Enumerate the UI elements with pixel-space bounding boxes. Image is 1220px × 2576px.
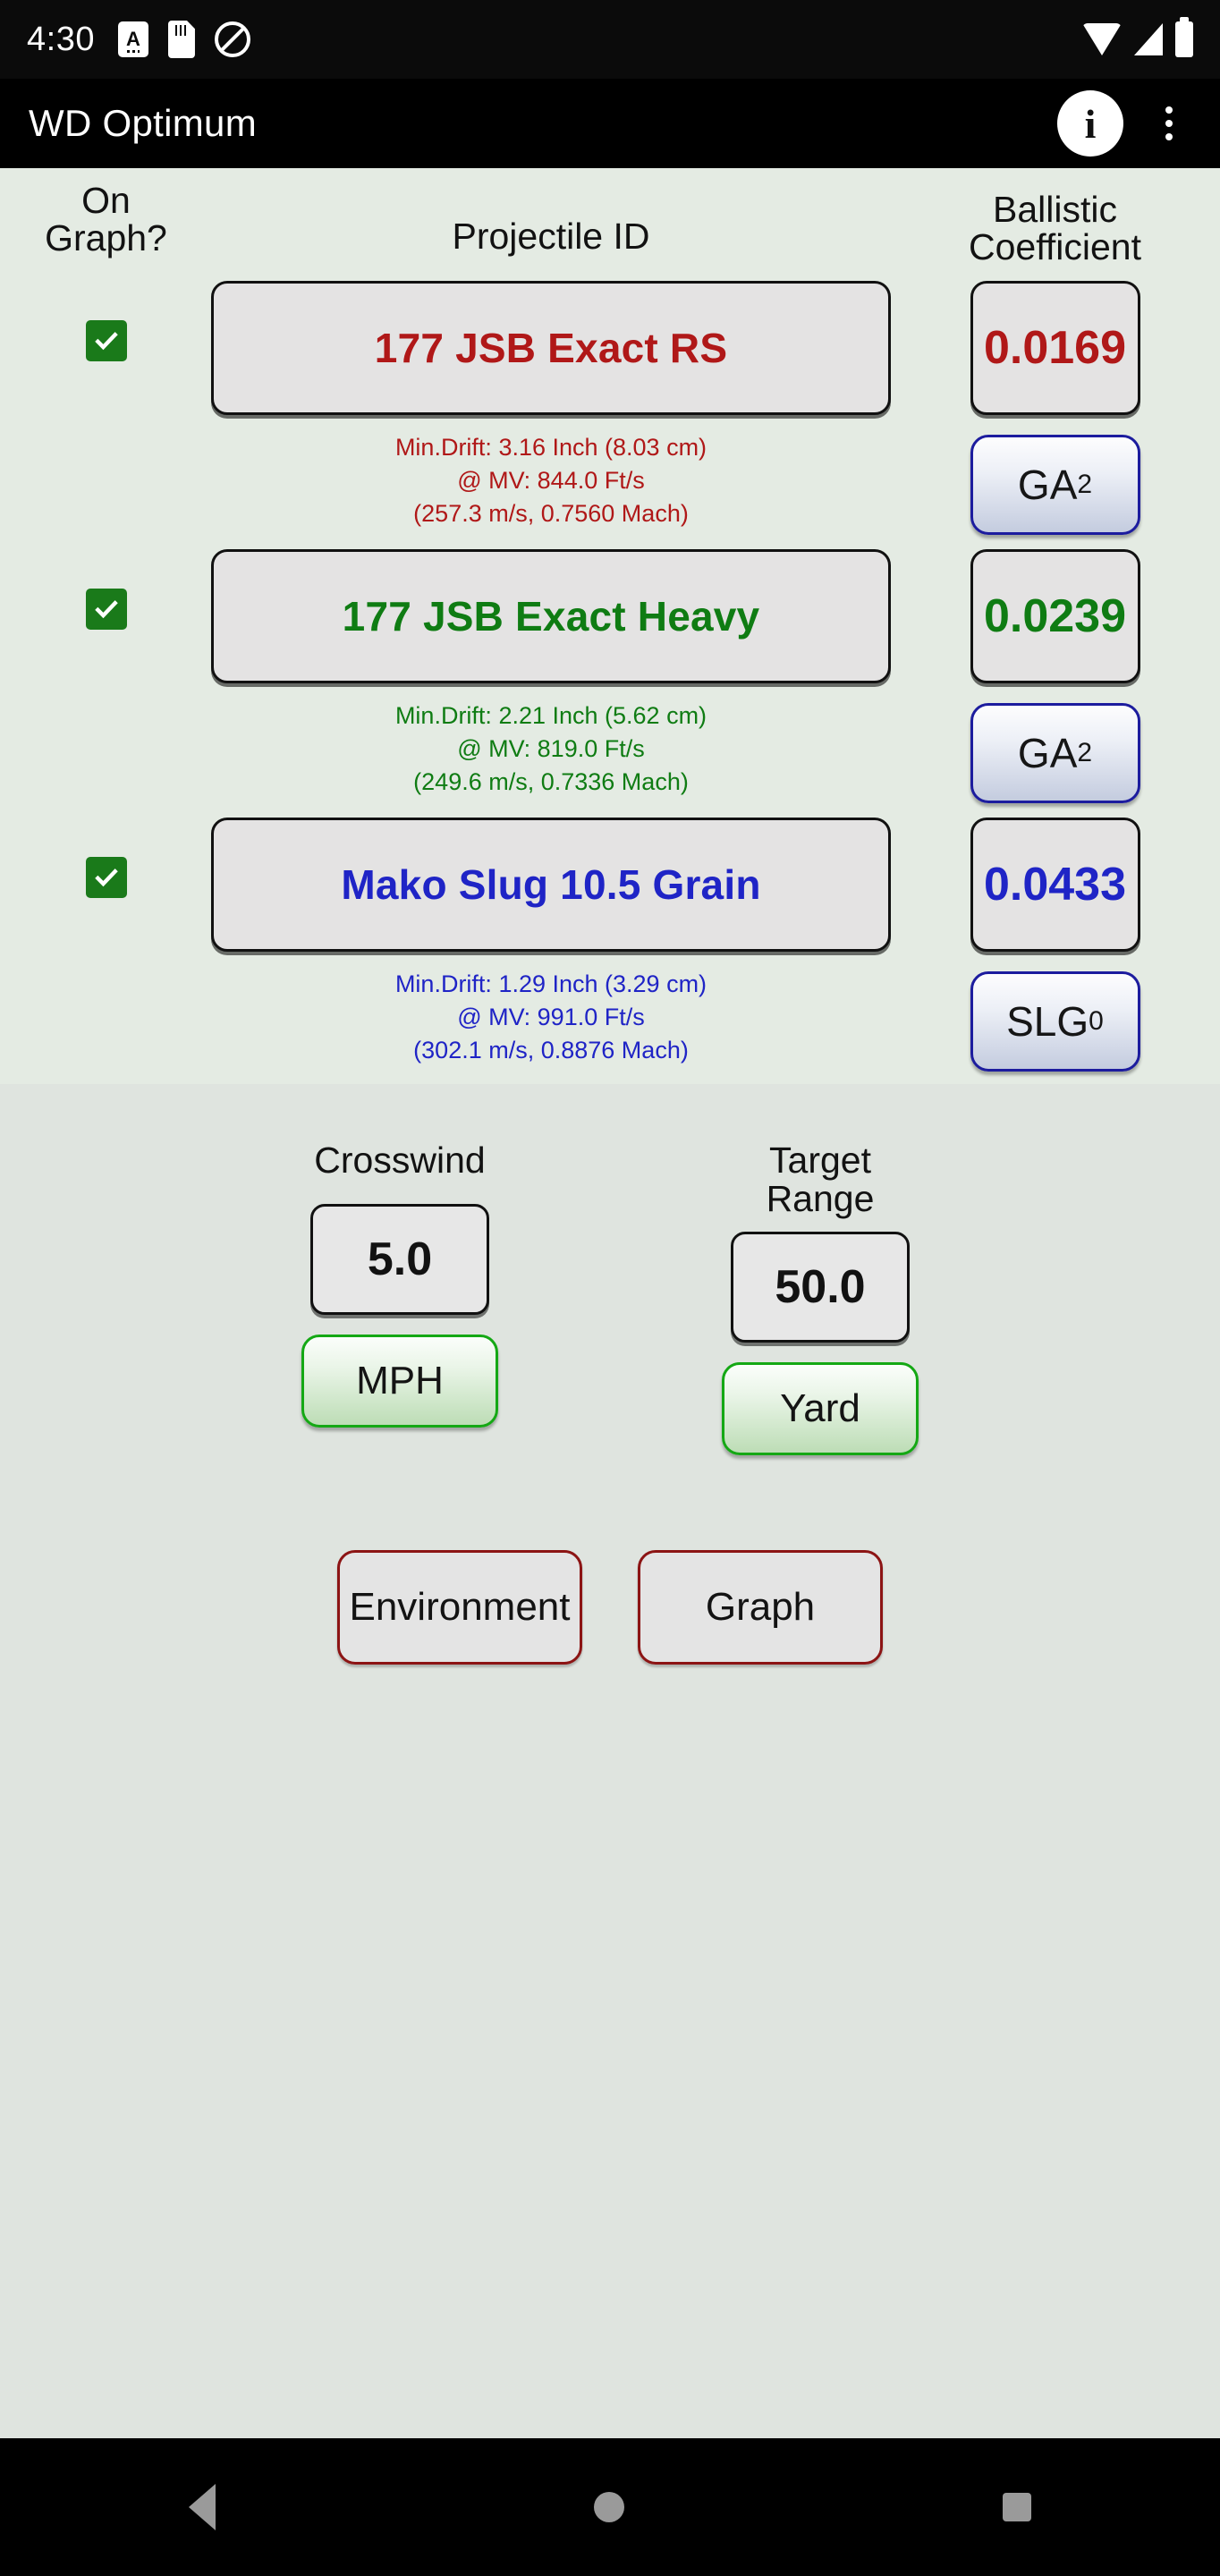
target-range-label-line1: Target <box>769 1139 871 1181</box>
drag-model-sub: 0 <box>1089 1005 1104 1036</box>
sd-card-icon <box>167 21 195 58</box>
target-range-value-input[interactable]: 50.0 <box>731 1231 910 1343</box>
drag-model-label: GA <box>1017 461 1078 508</box>
checkmark-icon <box>94 331 118 350</box>
drag-model-button[interactable]: GA 2 <box>970 702 1140 803</box>
cell-signal-icon <box>1134 23 1163 55</box>
crosswind-unit-button[interactable]: MPH <box>301 1334 498 1428</box>
row-name-cell: Mako Slug 10.5 Grain Min.Drift: 1.29 Inc… <box>198 817 904 1068</box>
overflow-menu-icon[interactable] <box>1147 90 1191 157</box>
drag-model-button[interactable]: SLG 0 <box>970 970 1140 1072</box>
target-range-group: Target Range 50.0 Yard <box>686 1139 954 1455</box>
wifi-icon <box>1082 23 1122 55</box>
ballistic-coefficient-button[interactable]: 0.0239 <box>970 548 1140 683</box>
ballistic-coefficient-button[interactable]: 0.0433 <box>970 817 1140 952</box>
navigation-bar <box>0 2438 1220 2576</box>
status-left-icons: A <box>117 21 250 58</box>
app-title: WD Optimum <box>29 102 257 144</box>
app-bar: WD Optimum i <box>0 79 1220 168</box>
drag-model-label: GA <box>1017 729 1078 776</box>
detail-line-metric: (257.3 m/s, 0.7560 Mach) <box>413 500 689 528</box>
phone-screen: 4:30 A WD Optimum i On Graph? Projectile… <box>0 0 1220 2576</box>
projectile-table: On Graph? Projectile ID Ballistic Coeffi… <box>0 168 1220 1084</box>
table-row: 177 JSB Exact Heavy Min.Drift: 2.21 Inch… <box>0 548 1220 803</box>
table-row: Mako Slug 10.5 Grain Min.Drift: 1.29 Inc… <box>0 817 1220 1072</box>
checkmark-icon <box>94 868 118 886</box>
detail-line-drift: Min.Drift: 1.29 Inch (3.29 cm) <box>394 970 707 997</box>
header-on-graph: On Graph? <box>14 179 198 258</box>
table-row: 177 JSB Exact RS Min.Drift: 3.16 Inch (8… <box>0 280 1220 535</box>
crosswind-label: Crosswind <box>314 1139 486 1181</box>
projectile-name-button[interactable]: 177 JSB Exact RS <box>211 280 891 415</box>
target-range-label: Target Range <box>766 1139 875 1220</box>
header-on-graph-line1: On <box>81 180 131 221</box>
row-checkbox-cell <box>14 549 198 630</box>
row-bc-cell: 0.0433 SLG 0 <box>904 817 1206 1072</box>
recents-icon[interactable] <box>1002 2493 1031 2521</box>
header-projectile-id: Projectile ID <box>198 179 904 256</box>
header-bc-line2: Coefficient <box>969 225 1141 267</box>
detail-line-drift: Min.Drift: 2.21 Inch (5.62 cm) <box>394 701 707 729</box>
drag-model-button[interactable]: GA 2 <box>970 434 1140 535</box>
header-on-graph-line2: Graph? <box>45 216 167 258</box>
projectile-detail: Min.Drift: 2.21 Inch (5.62 cm) @ MV: 819… <box>211 699 891 800</box>
target-range-label-line2: Range <box>766 1178 875 1220</box>
detail-line-mv: @ MV: 819.0 Ft/s <box>457 734 645 762</box>
projectile-name-button[interactable]: Mako Slug 10.5 Grain <box>211 817 891 952</box>
status-right-icons <box>1082 17 1193 57</box>
app-bar-actions: i <box>1057 90 1191 157</box>
abc-keyboard-icon: A <box>117 21 148 57</box>
row-name-cell: 177 JSB Exact Heavy Min.Drift: 2.21 Inch… <box>198 548 904 800</box>
detail-line-drift: Min.Drift: 3.16 Inch (8.03 cm) <box>394 433 707 461</box>
crosswind-value-input[interactable]: 5.0 <box>310 1203 489 1315</box>
ballistic-coefficient-button[interactable]: 0.0169 <box>970 280 1140 415</box>
settings-section: Crosswind 5.0 MPH Target Range 50.0 Yard… <box>0 1083 1220 1665</box>
on-graph-checkbox[interactable] <box>85 588 127 630</box>
on-graph-checkbox[interactable] <box>85 856 127 898</box>
detail-line-mv: @ MV: 991.0 Ft/s <box>457 1003 645 1030</box>
info-icon[interactable]: i <box>1057 90 1123 157</box>
row-checkbox-cell <box>14 818 198 898</box>
back-icon[interactable] <box>189 2484 216 2530</box>
actions-row: Environment Graph <box>0 1455 1220 1665</box>
crosswind-group: Crosswind 5.0 MPH <box>266 1139 534 1455</box>
drag-model-label: SLG <box>1006 997 1089 1045</box>
projectile-name-button[interactable]: 177 JSB Exact Heavy <box>211 548 891 683</box>
graph-button[interactable]: Graph <box>638 1549 883 1665</box>
status-clock: 4:30 <box>27 20 95 58</box>
drag-model-sub: 2 <box>1077 469 1093 499</box>
target-range-unit-button[interactable]: Yard <box>722 1361 919 1455</box>
projectile-detail: Min.Drift: 1.29 Inch (3.29 cm) @ MV: 991… <box>211 968 891 1068</box>
header-projectile-id-label: Projectile ID <box>452 216 650 257</box>
row-name-cell: 177 JSB Exact RS Min.Drift: 3.16 Inch (8… <box>198 280 904 531</box>
do-not-disturb-icon <box>214 21 250 57</box>
header-bc-line1: Ballistic <box>993 189 1117 230</box>
inputs-row: Crosswind 5.0 MPH Target Range 50.0 Yard <box>0 1084 1220 1455</box>
status-bar: 4:30 A <box>0 0 1220 79</box>
environment-button[interactable]: Environment <box>337 1549 582 1665</box>
main-content: On Graph? Projectile ID Ballistic Coeffi… <box>0 168 1220 2438</box>
detail-line-mv: @ MV: 844.0 Ft/s <box>457 466 645 494</box>
table-header-row: On Graph? Projectile ID Ballistic Coeffi… <box>0 179 1220 267</box>
detail-line-metric: (302.1 m/s, 0.8876 Mach) <box>413 1037 689 1064</box>
row-checkbox-cell <box>14 281 198 361</box>
projectile-detail: Min.Drift: 3.16 Inch (8.03 cm) @ MV: 844… <box>211 431 891 531</box>
row-bc-cell: 0.0169 GA 2 <box>904 280 1206 535</box>
battery-icon <box>1175 17 1193 57</box>
drag-model-sub: 2 <box>1077 737 1093 767</box>
detail-line-metric: (249.6 m/s, 0.7336 Mach) <box>413 768 689 796</box>
header-ballistic-coefficient: Ballistic Coefficient <box>904 179 1206 267</box>
home-icon[interactable] <box>593 2492 624 2522</box>
on-graph-checkbox[interactable] <box>85 319 127 361</box>
checkmark-icon <box>94 599 118 618</box>
row-bc-cell: 0.0239 GA 2 <box>904 548 1206 803</box>
